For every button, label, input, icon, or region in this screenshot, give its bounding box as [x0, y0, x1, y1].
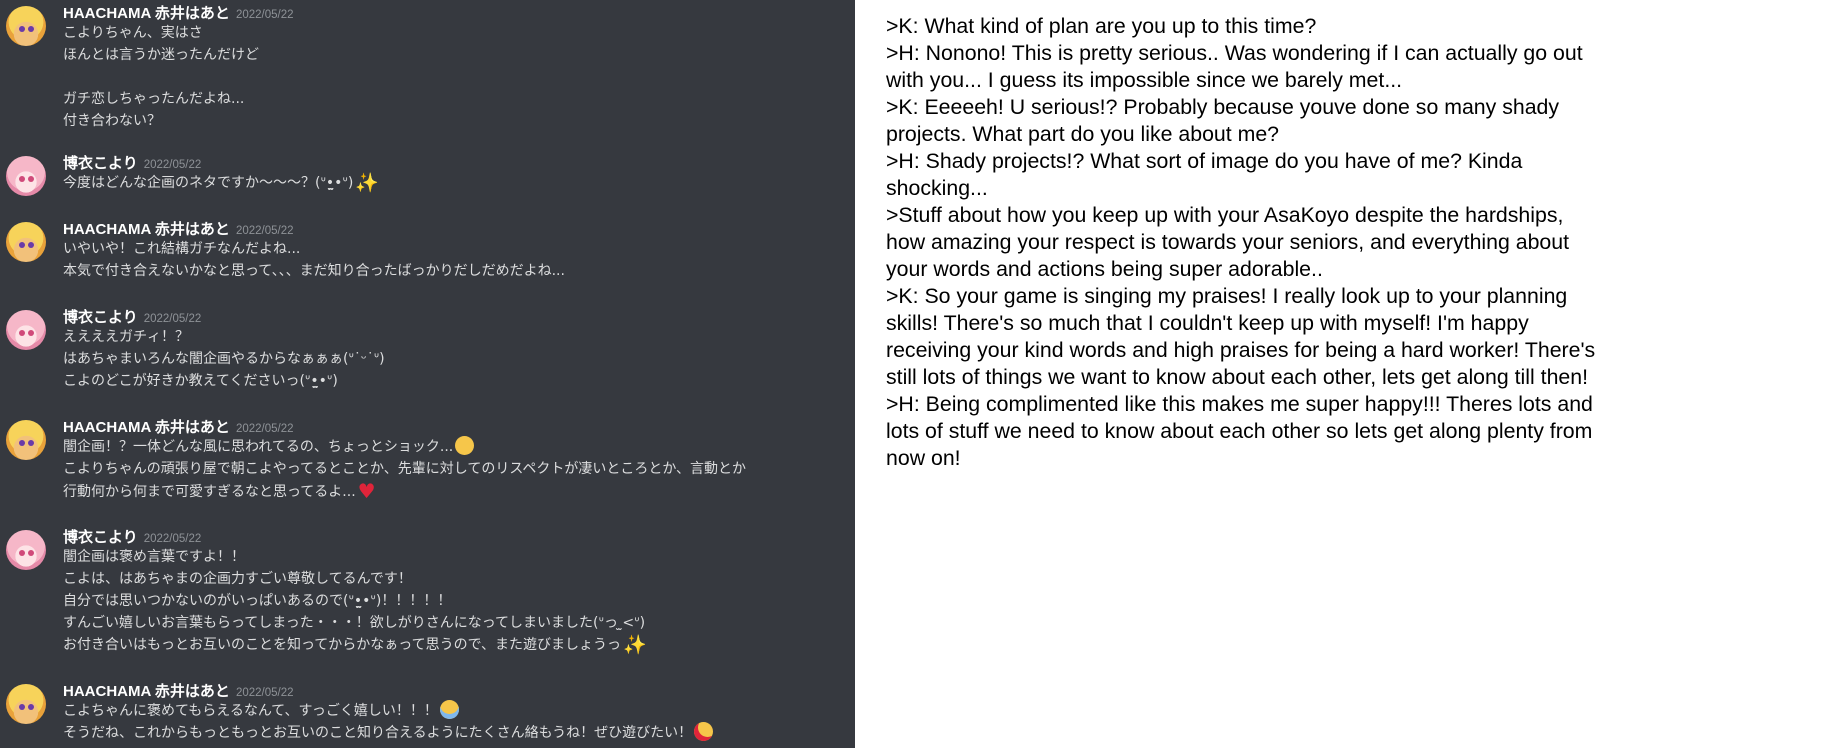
- message-text: 闇企画！？一体どんな風に思われてるの、ちょっとショック...: [63, 439, 454, 455]
- message-text: お付き合いはもっとお互いのことを知ってからかなぁって思うので、また遊びましょうっ: [63, 637, 622, 653]
- username[interactable]: 博衣こより: [63, 155, 138, 172]
- message-text: 行動何から何まで可愛すぎるなと思ってるよ...: [63, 484, 356, 500]
- heart-emoji: ♥: [357, 479, 376, 503]
- message-line: 付き合わない？: [63, 113, 161, 129]
- message-header: HAACHAMA 赤井はあと 2022/05/22: [63, 2, 294, 22]
- message-line: こよは、はあちゃまの企画力すごい尊敬してるんです！: [63, 571, 412, 587]
- face-emoji: [455, 436, 475, 455]
- message-body: いやいや！これ結構ガチなんだよね... 本気で付き合えないかなと思って、、、まだ…: [63, 238, 565, 282]
- message-line: ええええガチィ！？: [63, 329, 189, 345]
- message-line: こよりちゃんの頑張り屋で朝こよやってるとことか、先輩に対してのリスペクトが凄いと…: [63, 461, 747, 477]
- message-line: はあちゃまいろんな闇企画やるからなぁぁぁ(ᐡ˙ᵕ˙ᐡ): [63, 351, 385, 367]
- message-body: こよちゃんに褒めてもらえるなんて、すっごく嬉しい！！！ そうだね、これからもっと…: [63, 700, 714, 744]
- haachama-avatar[interactable]: [6, 420, 46, 460]
- translation-line: lots of stuff we need to know about each…: [886, 419, 1593, 443]
- translation-line: >Stuff about how you keep up with your A…: [886, 203, 1564, 227]
- message-line: いやいや！これ結構ガチなんだよね...: [63, 241, 301, 257]
- message-text: 今度はどんな企画のネタですか～～～？(ᐡ•̤̫•ᐡ): [63, 175, 354, 191]
- message-header: 博衣こより 2022/05/22: [63, 526, 201, 546]
- koyori-avatar[interactable]: [6, 156, 46, 196]
- timestamp: 2022/05/22: [235, 687, 294, 699]
- message-header: HAACHAMA 赤井はあと 2022/05/22: [63, 680, 294, 700]
- chat-panel: HAACHAMA 赤井はあと 2022/05/22 こよりちゃん、実はさ ほんとは…: [0, 0, 855, 748]
- message-line: そうだね、これからもっともっとお互いのこと知り合えるようにたくさん絡もうね！ぜひ…: [63, 722, 714, 744]
- message-text: そうだね、これからもっともっとお互いのこと知り合えるようにたくさん絡もうね！ぜひ…: [63, 725, 693, 741]
- translation-line: >H: Nonono! This is pretty serious.. Was…: [886, 41, 1583, 65]
- message-line: 本気で付き合えないかなと思って、、、まだ知り合ったばっかりだしだめだよね...: [63, 263, 565, 279]
- timestamp: 2022/05/22: [143, 313, 202, 325]
- message-line: 闇企画！？一体どんな風に思われてるの、ちょっとショック...: [63, 436, 746, 458]
- timestamp: 2022/05/22: [235, 423, 294, 435]
- translation-line: skills! There's so much that I couldn't …: [886, 311, 1529, 335]
- message-text: こよちゃんに褒めてもらえるなんて、すっごく嬉しい！！！: [63, 703, 438, 719]
- message-line: こよちゃんに褒めてもらえるなんて、すっごく嬉しい！！！: [63, 700, 713, 722]
- message-line: すんごい嬉しいお言葉もらってしまった・・・！欲しがりさんになってしまいました(ᐡ…: [63, 615, 646, 631]
- message-line: 自分では思いつかないのがいっぱいあるので(ᐡ•̤̫•ᐡ)！！！！！: [63, 593, 452, 609]
- haachama-avatar[interactable]: [6, 6, 46, 46]
- koyori-avatar[interactable]: [6, 530, 46, 570]
- username[interactable]: HAACHAMA 赤井はあと: [63, 5, 230, 22]
- message-header: HAACHAMA 赤井はあと 2022/05/22: [63, 416, 294, 436]
- timestamp: 2022/05/22: [235, 9, 294, 21]
- translation-line: >K: So your game is singing my praises! …: [886, 284, 1568, 308]
- message-header: HAACHAMA 赤井はあと 2022/05/22: [63, 218, 294, 238]
- translation-line: >H: Being complimented like this makes m…: [886, 392, 1593, 416]
- message-body: 闇企画は褒め言葉ですよ！！ こよは、はあちゃまの企画力すごい尊敬してるんです！ …: [63, 546, 647, 656]
- message-line: お付き合いはもっとお互いのことを知ってからかなぁって思うので、また遊びましょうっ…: [63, 634, 647, 656]
- message-body: 闇企画！？一体どんな風に思われてるの、ちょっとショック... こよりちゃんの頑張…: [63, 436, 746, 502]
- koyori-avatar[interactable]: [6, 310, 46, 350]
- message-line: ほんとは言うか迷ったんだけど: [63, 47, 259, 63]
- message-line: こよりちゃん、実はさ: [63, 25, 203, 41]
- username[interactable]: 博衣こより: [63, 309, 138, 326]
- haachama-avatar[interactable]: [6, 684, 46, 724]
- message-body: 今度はどんな企画のネタですか～～～？(ᐡ•̤̫•ᐡ) ✨: [63, 172, 379, 194]
- message-line: 行動何から何まで可愛すぎるなと思ってるよ... ♥: [63, 480, 746, 502]
- crying-face-emoji: [439, 700, 459, 719]
- translation-line: how amazing your respect is towards your…: [886, 230, 1570, 254]
- sparkles-emoji: ✨: [355, 172, 380, 194]
- username[interactable]: HAACHAMA 赤井はあと: [63, 221, 230, 238]
- message-header: 博衣こより 2022/05/22: [63, 152, 201, 172]
- translation-line: still lots of things we want to know abo…: [886, 365, 1589, 389]
- translation-line: receiving your kind words and high prais…: [886, 338, 1596, 362]
- translation-line: >K: Eeeeeh! U serious!? Probably because…: [886, 95, 1560, 119]
- message-line: [63, 66, 259, 88]
- translation-line: shocking...: [886, 176, 988, 200]
- username[interactable]: HAACHAMA 赤井はあと: [63, 419, 230, 436]
- translation-line: now on!: [886, 446, 961, 470]
- translation-line: with you... I guess its impossible since…: [886, 68, 1403, 92]
- message-line: こよのどこが好きか教えてくださいっ(ᐡ•̤̫•ᐡ): [63, 373, 338, 389]
- message-line: 闇企画は褒め言葉ですよ！！: [63, 549, 245, 565]
- message-line: 今度はどんな企画のネタですか～～～？(ᐡ•̤̫•ᐡ) ✨: [63, 172, 379, 194]
- translation-line: projects. What part do you like about me…: [886, 122, 1280, 146]
- translation-text: >K: What kind of plan are you up to this…: [886, 13, 1826, 472]
- message-body: ええええガチィ！？ はあちゃまいろんな闇企画やるからなぁぁぁ(ᐡ˙ᵕ˙ᐡ) こよ…: [63, 326, 385, 392]
- message-line: ガチ恋しちゃったんだよね...: [63, 91, 245, 107]
- timestamp: 2022/05/22: [143, 159, 202, 171]
- translation-line: your words and actions being super adora…: [886, 257, 1323, 281]
- smiling-face-with-hearts-emoji: [694, 722, 714, 741]
- translation-line: >K: What kind of plan are you up to this…: [886, 14, 1317, 38]
- username[interactable]: HAACHAMA 赤井はあと: [63, 683, 230, 700]
- message-header: 博衣こより 2022/05/22: [63, 306, 201, 326]
- haachama-avatar[interactable]: [6, 222, 46, 262]
- username[interactable]: 博衣こより: [63, 529, 138, 546]
- sparkles-emoji: ✨: [623, 634, 647, 656]
- timestamp: 2022/05/22: [235, 225, 294, 237]
- timestamp: 2022/05/22: [143, 533, 202, 545]
- translation-line: >H: Shady projects!? What sort of image …: [886, 149, 1523, 173]
- message-body: こよりちゃん、実はさ ほんとは言うか迷ったんだけど ガチ恋しちゃったんだよね..…: [63, 22, 259, 132]
